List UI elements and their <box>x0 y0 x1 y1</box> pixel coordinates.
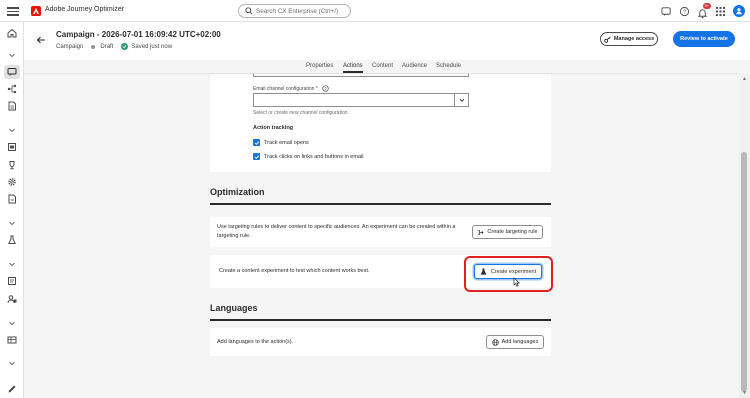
page-title: Campaign - 2026-07-01 16:09:42 UTC+02:00 <box>56 30 221 39</box>
chevron-down-icon[interactable] <box>7 358 17 368</box>
back-arrow-icon[interactable] <box>36 35 46 45</box>
scroll-down-icon[interactable]: ▼ <box>742 390 747 396</box>
campaign-header: Campaign - 2026-07-01 16:09:42 UTC+02:00… <box>24 22 750 60</box>
help-icon[interactable]: ? <box>679 6 690 17</box>
notifications-button[interactable]: 9+ <box>697 2 711 18</box>
track-clicks-checkbox[interactable] <box>253 153 260 160</box>
home-icon[interactable] <box>7 28 17 38</box>
email-channel-label-text: Email channel configuration <box>253 85 315 92</box>
bell-icon <box>697 8 708 18</box>
track-opens-checkbox[interactable] <box>253 139 260 146</box>
required-mark: * <box>315 85 318 92</box>
optimization-heading: Optimization <box>210 187 265 197</box>
info-icon[interactable]: ? <box>322 85 329 92</box>
search-input[interactable] <box>256 7 350 15</box>
create-targeting-rule-label: Create targeting rule <box>487 229 538 235</box>
svg-text:?: ? <box>683 9 686 15</box>
action-tracking-title: Action tracking <box>253 125 294 131</box>
adobe-logo-icon <box>31 6 41 16</box>
campaign-meta: Campaign Draft Saved just now <box>56 43 172 50</box>
content-icon[interactable] <box>7 101 17 111</box>
manage-access-label: Manage access <box>613 36 655 42</box>
tab-audience[interactable]: Audience <box>402 63 427 69</box>
app-name: Adobe Journey Optimizer <box>45 6 124 13</box>
check-circle-icon <box>121 43 129 50</box>
create-experiment-label: Create experiment <box>490 268 537 275</box>
chevron-down-icon[interactable] <box>7 318 17 328</box>
previous-field-edge <box>253 74 469 77</box>
email-channel-help: Select or create new channel configurati… <box>253 110 348 116</box>
add-languages-label: Add languages <box>501 339 539 345</box>
edit-icon[interactable] <box>7 384 17 394</box>
apps-grid-icon[interactable] <box>715 6 726 17</box>
chevron-down-icon[interactable] <box>7 218 17 228</box>
review-to-activate-button[interactable]: Review to activate <box>673 31 735 47</box>
chevron-down-icon[interactable] <box>7 50 17 60</box>
menu-icon[interactable] <box>7 5 19 17</box>
email-channel-label: Email channel configuration * ? <box>253 85 329 92</box>
scroll-up-icon[interactable]: ▲ <box>742 76 747 82</box>
top-bar: Adobe Journey Optimizer ? 9+ <box>0 0 750 22</box>
tab-schedule[interactable]: Schedule <box>436 63 461 69</box>
journey-icon[interactable] <box>7 84 17 94</box>
trophy-icon[interactable] <box>7 160 17 170</box>
optimization-divider <box>210 203 551 205</box>
languages-heading: Languages <box>210 303 258 313</box>
saved-status: Saved just now <box>131 43 173 50</box>
left-rail <box>0 22 24 398</box>
experiment-description: Create a content experiment to test whic… <box>219 268 370 274</box>
check-icon <box>254 140 259 145</box>
status-badge: Draft <box>100 43 114 50</box>
campaign-type: Campaign <box>56 43 84 50</box>
key-icon <box>604 36 611 43</box>
avatar[interactable] <box>733 5 745 17</box>
tab-actions[interactable]: Actions <box>343 63 363 73</box>
tab-content[interactable]: Content <box>372 63 393 69</box>
status-dot-icon <box>91 44 96 49</box>
track-clicks-label: Track clicks on links and buttons in ema… <box>264 153 364 160</box>
campaign-icon[interactable] <box>4 65 20 79</box>
experiment-icon[interactable] <box>7 235 17 245</box>
notification-badge: 9+ <box>703 2 711 9</box>
languages-divider <box>210 319 551 321</box>
manage-access-button[interactable]: Manage access <box>600 32 658 46</box>
svg-text:?: ? <box>324 86 327 91</box>
track-opens-label: Track email opens <box>264 139 309 146</box>
track-opens-row[interactable]: Track email opens <box>253 139 309 146</box>
reports-icon[interactable] <box>7 276 17 286</box>
chevron-down-icon[interactable] <box>7 259 17 269</box>
search-icon <box>245 7 253 15</box>
offers-icon[interactable] <box>7 142 17 152</box>
scrollbar[interactable]: ▲ ▼ <box>739 74 750 398</box>
create-targeting-rule-button[interactable]: Create targeting rule <box>472 225 543 239</box>
user-icon <box>736 8 742 15</box>
feedback-icon[interactable] <box>661 6 672 17</box>
tab-properties[interactable]: Properties <box>306 63 333 69</box>
settings-icon[interactable] <box>7 177 17 187</box>
languages-description: Add languages to the action(s). <box>217 339 294 345</box>
email-channel-select[interactable] <box>253 93 469 107</box>
scrollbar-thumb[interactable] <box>741 152 747 392</box>
create-experiment-button[interactable]: Create experiment <box>474 264 542 279</box>
campaign-tabs: Properties Actions Content Audience Sche… <box>24 60 739 74</box>
track-clicks-row[interactable]: Track clicks on links and buttons in ema… <box>253 153 363 160</box>
search-box[interactable] <box>238 4 351 18</box>
audience-icon[interactable] <box>7 294 17 304</box>
data-icon[interactable] <box>7 335 17 345</box>
templates-icon[interactable] <box>7 194 17 204</box>
globe-icon <box>491 338 499 346</box>
targeting-rule-icon <box>478 229 485 235</box>
chevron-down-icon[interactable] <box>454 94 468 106</box>
flask-icon <box>480 268 487 275</box>
add-languages-button[interactable]: Add languages <box>486 335 544 349</box>
chevron-down-icon[interactable] <box>7 125 17 135</box>
cursor-icon <box>513 277 520 287</box>
check-icon <box>254 154 259 159</box>
targeting-description: Use targeting rules to deliver content t… <box>217 224 456 239</box>
